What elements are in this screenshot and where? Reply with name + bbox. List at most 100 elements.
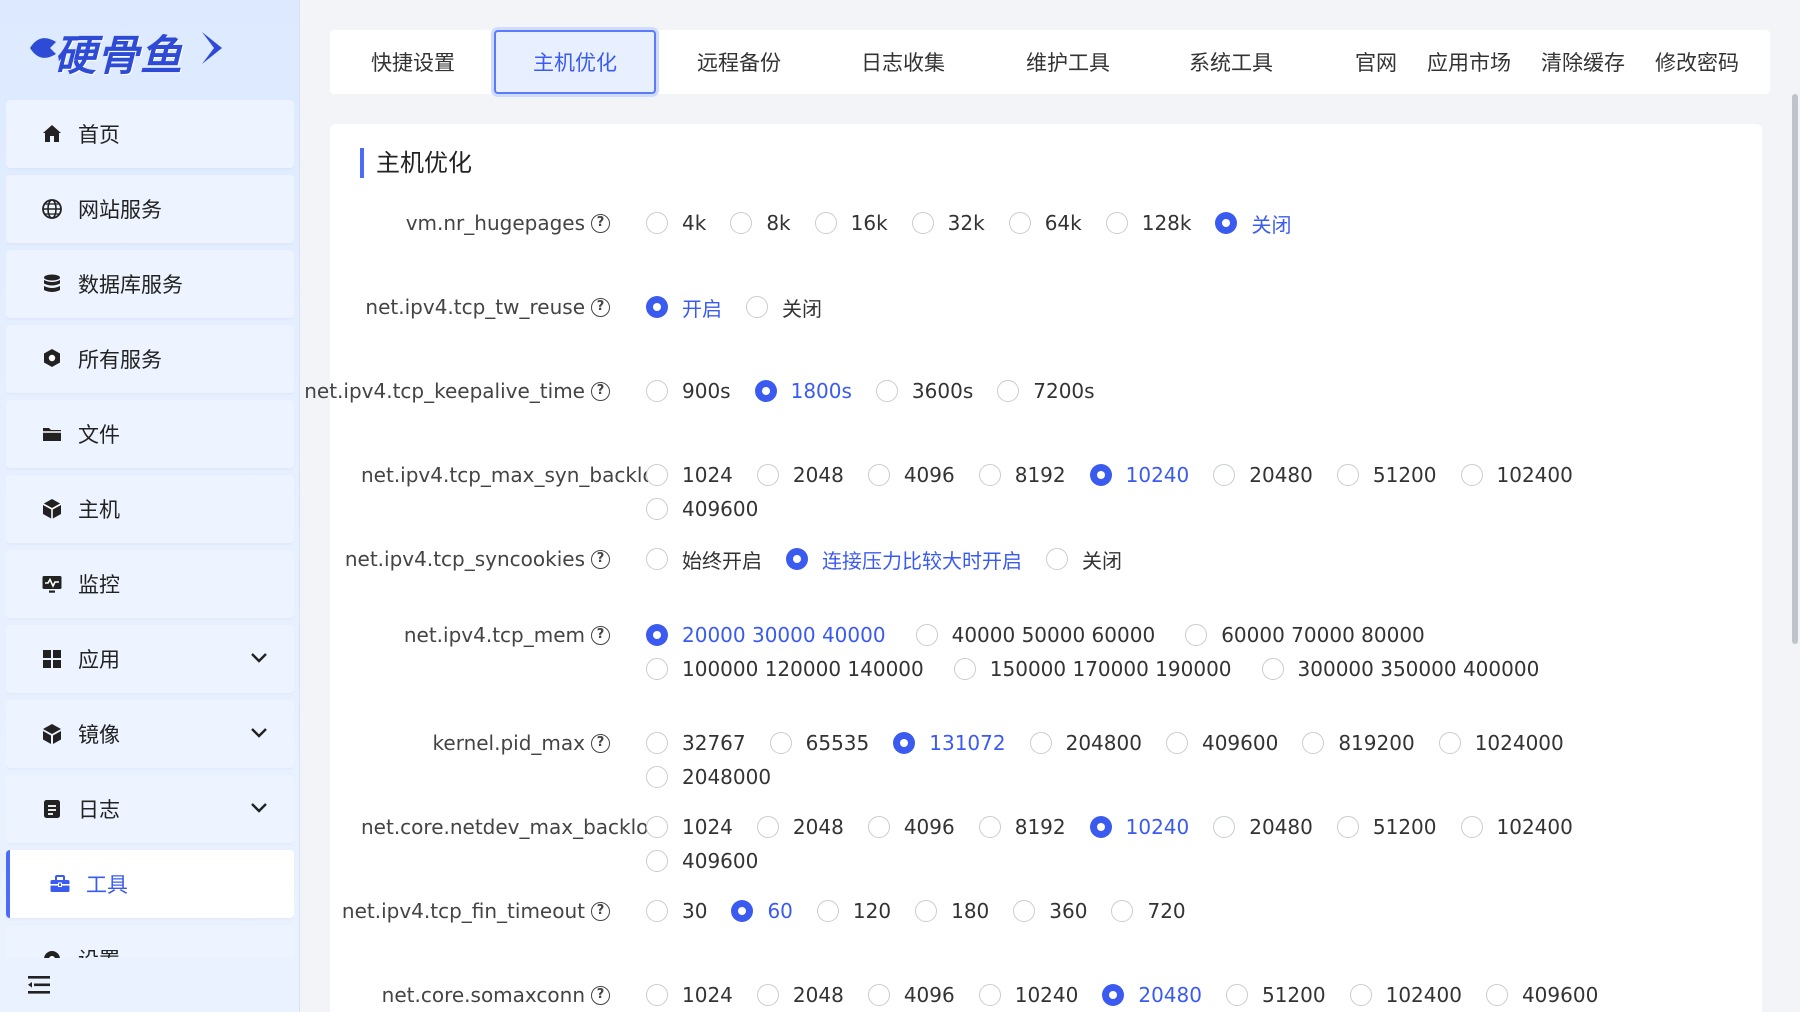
radio-option[interactable]: 102400 <box>1460 460 1573 490</box>
radio-button[interactable] <box>1336 464 1359 486</box>
radio-option[interactable]: 720 <box>1111 896 1186 926</box>
radio-button[interactable] <box>1089 464 1112 486</box>
radio-button[interactable] <box>1336 816 1359 838</box>
radio-button[interactable] <box>814 212 837 234</box>
chevron-down-icon[interactable] <box>248 647 270 673</box>
radio-button[interactable] <box>1302 732 1325 754</box>
radio-button[interactable] <box>867 984 890 1006</box>
sidebar-item-settings[interactable]: 设置 <box>6 925 294 958</box>
tab-5[interactable]: 维护工具 <box>987 30 1149 94</box>
radio-option[interactable]: 4096 <box>867 980 955 1010</box>
sidebar-item-services[interactable]: 所有服务 <box>6 325 294 393</box>
radio-button[interactable] <box>816 900 839 922</box>
radio-option[interactable]: 20480 <box>1213 460 1313 490</box>
help-icon[interactable]: ? <box>591 625 610 645</box>
radio-button[interactable] <box>997 380 1020 402</box>
radio-button[interactable] <box>646 900 668 922</box>
radio-button[interactable] <box>646 624 668 646</box>
collapse-menu-icon[interactable] <box>28 975 52 995</box>
chevron-down-icon[interactable] <box>248 722 270 748</box>
sidebar-item-monitor[interactable]: 监控 <box>6 550 294 618</box>
radio-option[interactable]: 7200s <box>997 376 1095 406</box>
radio-option[interactable]: 819200 <box>1302 728 1415 758</box>
page-scrollbar[interactable] <box>1790 94 1800 644</box>
radio-option[interactable]: 10240 <box>1089 460 1189 490</box>
tab-2[interactable]: 主机优化 <box>494 30 656 94</box>
radio-button[interactable] <box>1029 732 1052 754</box>
radio-option[interactable]: 60 <box>731 896 793 926</box>
tab-3[interactable]: 远程备份 <box>658 30 820 94</box>
radio-option[interactable]: 1024 <box>646 980 733 1010</box>
radio-option[interactable]: 32k <box>911 208 985 238</box>
scrollbar-thumb[interactable] <box>1792 94 1798 644</box>
radio-option[interactable]: 64k <box>1008 208 1082 238</box>
sidebar-item-image-box[interactable]: 镜像 <box>6 700 294 768</box>
radio-button[interactable] <box>867 816 890 838</box>
radio-button[interactable] <box>1460 464 1483 486</box>
radio-option[interactable]: 150000 170000 190000 <box>953 654 1232 684</box>
radio-option[interactable]: 3600s <box>875 376 973 406</box>
sidebar-item-host[interactable]: 主机 <box>6 475 294 543</box>
radio-option[interactable]: 409600 <box>646 494 758 524</box>
radio-option[interactable]: 始终开启 <box>646 544 762 574</box>
header-link-1[interactable]: 官网 <box>1355 30 1397 94</box>
radio-option[interactable]: 409600 <box>1485 980 1598 1010</box>
radio-button[interactable] <box>911 212 934 234</box>
tab-1[interactable]: 快捷设置 <box>332 30 494 94</box>
radio-option[interactable]: 8192 <box>978 460 1066 490</box>
radio-button[interactable] <box>756 464 779 486</box>
radio-option[interactable]: 10240 <box>978 980 1078 1010</box>
radio-button[interactable] <box>893 732 916 754</box>
radio-button[interactable] <box>646 732 668 754</box>
sidebar-item-apps[interactable]: 应用 <box>6 625 294 693</box>
radio-button[interactable] <box>646 850 668 872</box>
radio-button[interactable] <box>731 900 754 922</box>
radio-option[interactable]: 102400 <box>1349 980 1462 1010</box>
help-icon[interactable]: ? <box>591 381 610 401</box>
radio-button[interactable] <box>978 984 1001 1006</box>
sidebar-item-log[interactable]: 日志 <box>6 775 294 843</box>
radio-button[interactable] <box>915 624 938 646</box>
radio-option[interactable]: 关闭 <box>746 292 822 322</box>
sidebar-item-globe[interactable]: 网站服务 <box>6 175 294 243</box>
radio-button[interactable] <box>1185 624 1208 646</box>
radio-option[interactable]: 开启 <box>646 292 722 322</box>
radio-option[interactable]: 关闭 <box>1215 208 1291 238</box>
radio-button[interactable] <box>746 296 768 318</box>
radio-button[interactable] <box>1485 984 1508 1006</box>
radio-button[interactable] <box>1460 816 1483 838</box>
header-link-3[interactable]: 清除缓存 <box>1541 30 1625 94</box>
radio-button[interactable] <box>646 380 668 402</box>
radio-button[interactable] <box>1089 816 1112 838</box>
radio-button[interactable] <box>1438 732 1461 754</box>
radio-option[interactable]: 8192 <box>978 812 1066 842</box>
radio-button[interactable] <box>1111 900 1134 922</box>
radio-option[interactable]: 2048 <box>756 460 844 490</box>
radio-button[interactable] <box>1165 732 1188 754</box>
radio-option[interactable]: 300000 350000 400000 <box>1261 654 1539 684</box>
radio-button[interactable] <box>756 984 779 1006</box>
radio-option[interactable]: 20480 <box>1102 980 1202 1010</box>
radio-button[interactable] <box>786 548 808 570</box>
radio-button[interactable] <box>1225 984 1248 1006</box>
radio-option[interactable]: 20480 <box>1213 812 1313 842</box>
app-logo[interactable]: 硬骨鱼 <box>26 18 236 80</box>
sidebar-item-home[interactable]: 首页 <box>6 100 294 168</box>
radio-option[interactable]: 30 <box>646 896 707 926</box>
radio-button[interactable] <box>730 212 753 234</box>
radio-button[interactable] <box>646 498 668 520</box>
help-icon[interactable]: ? <box>591 549 610 569</box>
radio-button[interactable] <box>1215 212 1238 234</box>
radio-button[interactable] <box>953 658 976 680</box>
help-icon[interactable]: ? <box>591 297 610 317</box>
radio-button[interactable] <box>646 984 668 1006</box>
radio-button[interactable] <box>646 548 668 570</box>
radio-option[interactable]: 1024 <box>646 460 733 490</box>
sidebar-item-database[interactable]: 数据库服务 <box>6 250 294 318</box>
radio-button[interactable] <box>875 380 898 402</box>
radio-option[interactable]: 900s <box>646 376 731 406</box>
radio-option[interactable]: 409600 <box>1165 728 1278 758</box>
radio-button[interactable] <box>646 212 668 234</box>
radio-option[interactable]: 40000 50000 60000 <box>915 620 1155 650</box>
radio-option[interactable]: 4096 <box>867 460 955 490</box>
